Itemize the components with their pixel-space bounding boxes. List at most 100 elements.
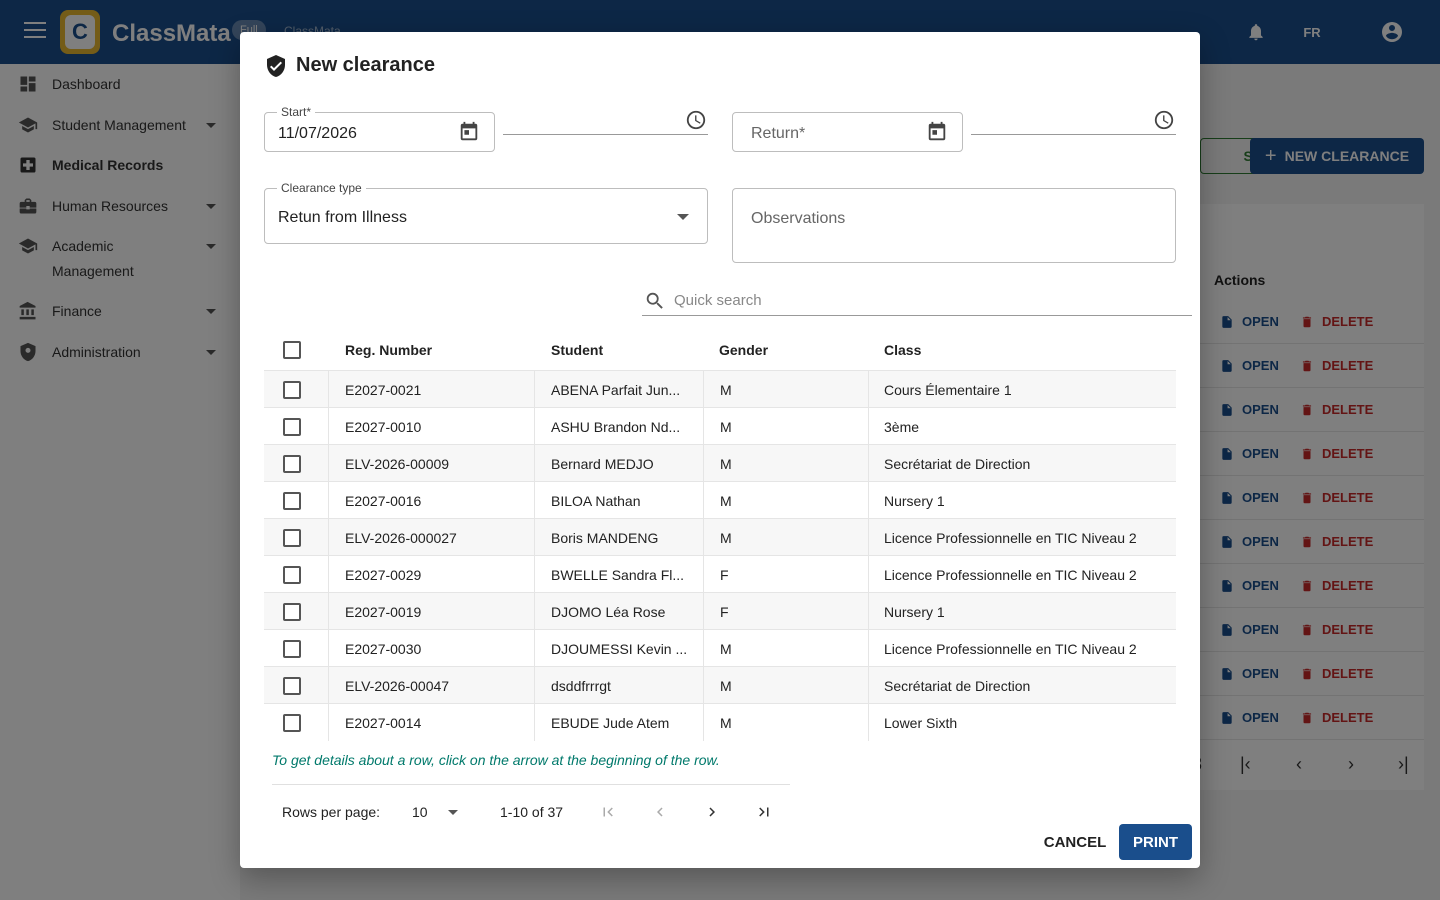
clearance-type-label: Clearance type — [277, 181, 366, 195]
row-checkbox[interactable] — [283, 381, 301, 399]
column-divider — [328, 482, 329, 519]
column-divider — [868, 704, 869, 741]
column-divider — [703, 408, 704, 445]
reg-number-cell: ELV-2026-000027 — [345, 530, 457, 546]
class-cell: Lower Sixth — [884, 715, 958, 731]
column-divider — [534, 519, 535, 556]
clearance-type-value: Retun from Illness — [278, 209, 407, 226]
column-divider — [703, 667, 704, 704]
column-divider — [328, 408, 329, 445]
class-cell: Secrétariat de Direction — [884, 456, 1031, 472]
row-checkbox[interactable] — [283, 714, 301, 732]
row-checkbox[interactable] — [283, 455, 301, 473]
student-cell: DJOUMESSI Kevin ... — [551, 641, 688, 657]
column-divider — [328, 667, 329, 704]
gender-cell: M — [720, 530, 732, 546]
pagination-divider — [272, 784, 790, 785]
clock-icon[interactable] — [685, 109, 707, 131]
row-checkbox[interactable] — [283, 640, 301, 658]
table-row[interactable]: E2027-0010 ASHU Brandon Nd... M 3ème — [264, 407, 1176, 445]
gender-cell: M — [720, 493, 732, 509]
row-details-hint: To get details about a row, click on the… — [272, 752, 720, 768]
class-cell: Licence Professionnelle en TIC Niveau 2 — [884, 641, 1137, 657]
column-divider — [328, 519, 329, 556]
gender-cell: M — [720, 715, 732, 731]
class-cell: Licence Professionnelle en TIC Niveau 2 — [884, 530, 1137, 546]
gender-cell: F — [720, 567, 729, 583]
column-divider — [534, 704, 535, 741]
column-header-reg-number[interactable]: Reg. Number — [345, 342, 432, 358]
table-row[interactable]: E2027-0021 ABENA Parfait Jun... M Cours Éle… — [264, 370, 1176, 408]
student-cell: BILOA Nathan — [551, 493, 641, 509]
chevron-down-icon — [677, 214, 689, 220]
calendar-icon[interactable] — [926, 121, 948, 143]
next-page-icon[interactable] — [698, 798, 726, 826]
cancel-button[interactable]: CANCEL — [1040, 824, 1110, 860]
column-divider — [534, 593, 535, 630]
table-row[interactable]: E2027-0019 DJOMO Léa Rose F Nursery 1 — [264, 592, 1176, 630]
start-date-label: Start* — [277, 105, 316, 119]
new-clearance-dialog: New clearance Start* 11/07/2026 Return* … — [240, 32, 1200, 868]
reg-number-cell: E2027-0010 — [345, 419, 422, 435]
select-all-checkbox[interactable] — [283, 341, 301, 359]
start-date-value: 11/07/2026 — [278, 125, 357, 142]
observations-field[interactable]: Observations — [732, 188, 1176, 263]
column-divider — [328, 593, 329, 630]
row-checkbox[interactable] — [283, 677, 301, 695]
table-row[interactable]: E2027-0029 BWELLE Sandra Fl... F Licence Pr… — [264, 555, 1176, 593]
clearance-type-select[interactable]: Clearance type Retun from Illness — [264, 181, 708, 244]
table-row[interactable]: E2027-0014 EBUDE Jude Atem M Lower Sixth — [264, 703, 1176, 741]
student-cell: ABENA Parfait Jun... — [551, 382, 681, 398]
row-checkbox[interactable] — [283, 566, 301, 584]
clock-icon[interactable] — [1153, 109, 1175, 131]
class-cell: Nursery 1 — [884, 493, 945, 509]
student-cell: Boris MANDENG — [551, 530, 659, 546]
observations-placeholder: Observations — [751, 210, 846, 227]
row-checkbox[interactable] — [283, 492, 301, 510]
start-time-field[interactable] — [503, 134, 708, 135]
column-header-gender[interactable]: Gender — [719, 342, 768, 358]
column-divider — [534, 445, 535, 482]
row-checkbox[interactable] — [283, 603, 301, 621]
table-row[interactable]: E2027-0016 BILOA Nathan M Nursery 1 — [264, 481, 1176, 519]
column-divider — [868, 556, 869, 593]
column-header-class[interactable]: Class — [884, 342, 921, 358]
row-checkbox[interactable] — [283, 529, 301, 547]
column-divider — [534, 371, 535, 408]
class-cell: Nursery 1 — [884, 604, 945, 620]
reg-number-cell: E2027-0029 — [345, 567, 422, 583]
row-checkbox[interactable] — [283, 418, 301, 436]
page-range: 1-10 of 37 — [500, 804, 564, 820]
column-divider — [328, 704, 329, 741]
class-cell: 3ème — [884, 419, 920, 435]
reg-number-cell: E2027-0014 — [345, 715, 422, 731]
rows-per-page-select[interactable]: 10 — [412, 804, 428, 820]
table-row[interactable]: ELV-2026-00009 Bernard MEDJO M Secrétariat … — [264, 444, 1176, 482]
table-row[interactable]: E2027-0030 DJOUMESSI Kevin ... M Licence Pr… — [264, 629, 1176, 667]
column-divider — [703, 519, 704, 556]
column-divider — [703, 482, 704, 519]
calendar-icon[interactable] — [458, 121, 480, 143]
quick-search-input[interactable] — [642, 286, 1192, 316]
student-cell: Bernard MEDJO — [551, 456, 654, 472]
column-divider — [703, 445, 704, 482]
chevron-down-icon[interactable] — [448, 810, 458, 815]
start-date-field[interactable]: Start* 11/07/2026 — [264, 105, 495, 152]
column-divider — [328, 630, 329, 667]
gender-cell: M — [720, 678, 732, 694]
last-page-icon[interactable] — [750, 798, 778, 826]
previous-page-icon[interactable] — [646, 798, 674, 826]
return-date-field[interactable]: Return* — [732, 112, 963, 152]
table-row[interactable]: ELV-2026-00047 dsddfrrrgt M Secrétariat de … — [264, 666, 1176, 704]
reg-number-cell: E2027-0030 — [345, 641, 422, 657]
class-cell: Licence Professionnelle en TIC Niveau 2 — [884, 567, 1137, 583]
students-grid: Reg. Number Student Gender Class E2027-0… — [264, 268, 1192, 820]
column-header-student[interactable]: Student — [551, 342, 603, 358]
return-time-field[interactable] — [971, 134, 1176, 135]
print-button[interactable]: PRINT — [1119, 824, 1192, 860]
first-page-icon[interactable] — [594, 798, 622, 826]
table-row[interactable]: ELV-2026-000027 Boris MANDENG M Licence Pro… — [264, 518, 1176, 556]
gender-cell: F — [720, 604, 729, 620]
dialog-title: New clearance — [296, 54, 435, 76]
verified-shield-icon — [267, 55, 285, 77]
